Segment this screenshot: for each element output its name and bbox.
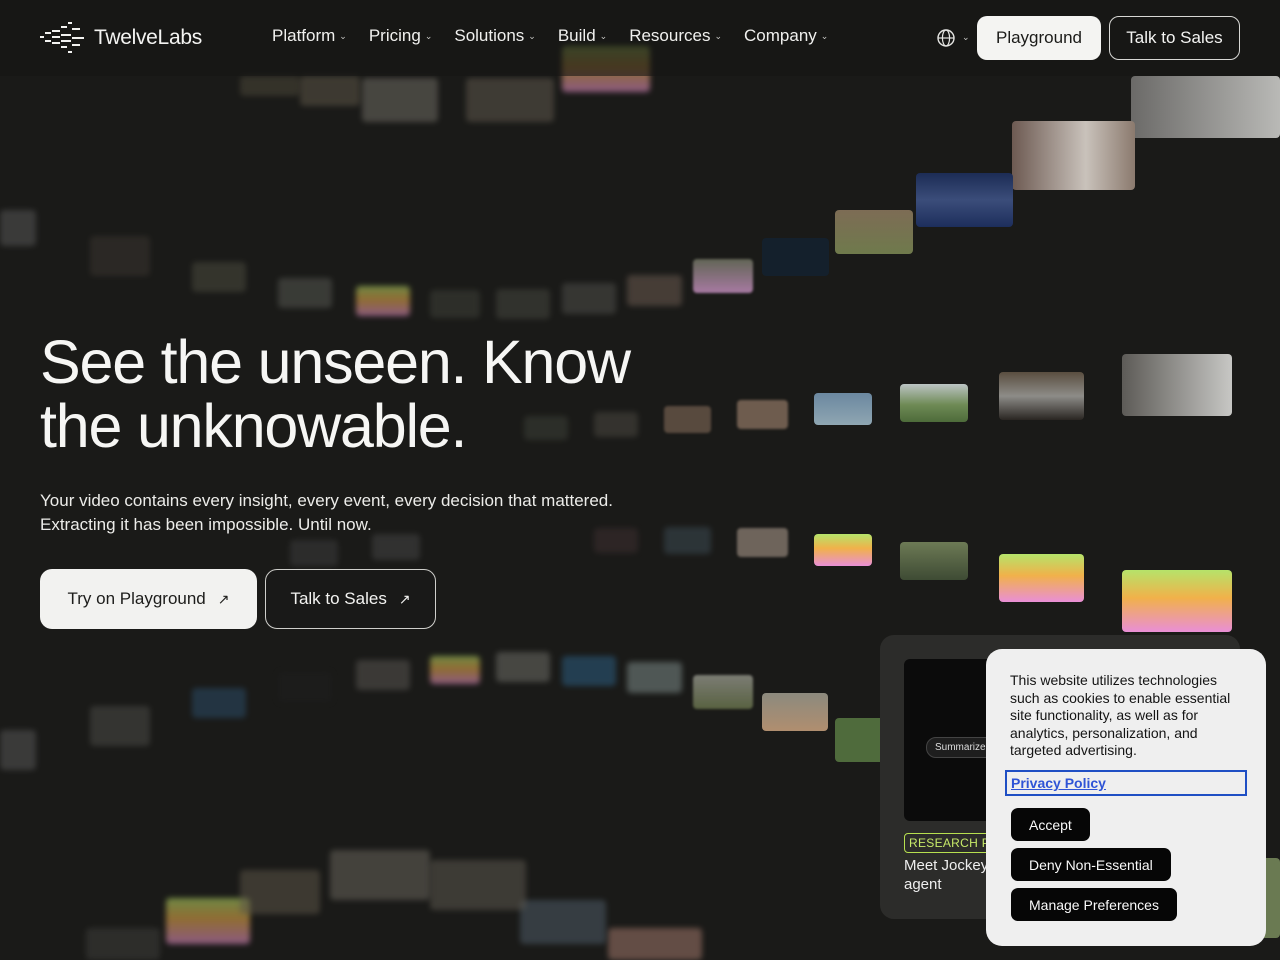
video-thumbnail [430, 860, 526, 910]
nav-item-pricing[interactable]: Pricing ⌄ [369, 26, 433, 46]
video-thumbnail [496, 652, 550, 682]
video-thumbnail [835, 210, 913, 254]
globe-icon [937, 29, 955, 47]
video-thumbnail [999, 372, 1084, 420]
chevron-down-icon: ⌄ [528, 30, 536, 41]
video-thumbnail [1122, 354, 1232, 416]
nav-item-label: Pricing [368, 26, 421, 45]
video-thumbnail [627, 275, 682, 306]
video-thumbnail [430, 656, 480, 684]
video-thumbnail [0, 730, 36, 770]
video-thumbnail [278, 278, 332, 308]
video-thumbnail [192, 262, 246, 292]
twelvelabs-logo-icon [40, 22, 84, 53]
video-thumbnail [562, 656, 616, 686]
chevron-down-icon: ⌄ [962, 33, 970, 43]
video-thumbnail [520, 900, 606, 944]
summarize-pill: Summarize [926, 737, 995, 758]
video-thumbnail [466, 78, 554, 122]
video-thumbnail [86, 928, 160, 960]
video-thumbnail [430, 290, 480, 318]
video-thumbnail [240, 76, 300, 96]
video-thumbnail [627, 662, 682, 693]
cookie-banner: This website utilizes technologies such … [986, 649, 1266, 946]
nav-item-solutions[interactable]: Solutions ⌄ [454, 26, 535, 46]
chevron-down-icon: ⌄ [339, 30, 347, 41]
main-nav: Platform ⌄ Pricing ⌄ Solutions ⌄ Build ⌄… [272, 26, 828, 46]
video-thumbnail [562, 283, 616, 314]
video-thumbnail [166, 898, 250, 944]
video-thumbnail [835, 718, 885, 762]
nav-item-label: Build [557, 26, 596, 45]
deny-non-essential-button[interactable]: Deny Non-Essential [1011, 848, 1171, 881]
manage-preferences-button[interactable]: Manage Preferences [1011, 888, 1177, 921]
video-thumbnail [737, 528, 788, 557]
language-selector[interactable]: ⌄ [936, 28, 970, 48]
video-thumbnail [356, 286, 410, 316]
research-badge: RESEARCH P [904, 833, 994, 853]
nav-item-resources[interactable]: Resources ⌄ [629, 26, 722, 46]
logo[interactable]: TwelveLabs [40, 22, 202, 54]
video-thumbnail [762, 693, 828, 731]
cookie-message: This website utilizes technologies such … [1010, 672, 1231, 758]
nav-item-label: Solutions [454, 26, 525, 45]
video-thumbnail [362, 78, 438, 122]
chevron-down-icon: ⌄ [424, 30, 433, 41]
video-thumbnail [0, 210, 36, 246]
nav-item-build[interactable]: Build ⌄ [558, 26, 607, 46]
video-thumbnail [330, 850, 430, 900]
button-label: Try on Playground [67, 589, 206, 608]
video-thumbnail [814, 393, 872, 425]
video-thumbnail [1122, 570, 1232, 632]
nav-item-label: Resources [629, 26, 711, 45]
hero-subtitle: Your video contains every insight, every… [40, 489, 680, 537]
video-thumbnail [608, 928, 702, 960]
privacy-policy-link[interactable]: Privacy Policy [1005, 770, 1247, 796]
arrow-up-right-icon: ↗ [398, 590, 411, 607]
chevron-down-icon: ⌄ [599, 30, 608, 41]
video-thumbnail [693, 259, 753, 293]
video-thumbnail [278, 672, 332, 702]
video-thumbnail [240, 870, 320, 914]
logo-text: TwelveLabs [94, 26, 202, 49]
video-thumbnail [693, 675, 753, 709]
video-thumbnail [356, 660, 410, 690]
video-thumbnail [372, 534, 420, 560]
playground-button[interactable]: Playground [977, 16, 1101, 60]
talk-to-sales-button[interactable]: Talk to Sales [1109, 16, 1240, 60]
chevron-down-icon: ⌄ [714, 30, 723, 41]
site-header: TwelveLabs Platform ⌄ Pricing ⌄ Solution… [0, 0, 1280, 76]
hero-subtitle-line: Extracting it has been impossible. Until… [40, 515, 372, 534]
research-card-title: Meet Jockey agent [904, 857, 989, 893]
video-thumbnail [290, 540, 338, 566]
video-thumbnail [814, 534, 872, 566]
video-thumbnail [496, 289, 550, 319]
hero-subtitle-line: Your video contains every insight, every… [40, 491, 613, 510]
video-thumbnail [1131, 76, 1280, 138]
arrow-up-right-icon: ↗ [217, 590, 230, 607]
video-thumbnail [737, 400, 788, 429]
hero-title-line: the unknowable. [40, 392, 467, 460]
hero-title: See the unseen. Know the unknowable. [40, 330, 680, 458]
video-thumbnail [192, 688, 246, 718]
hero-talk-to-sales-button[interactable]: Talk to Sales ↗ [265, 569, 436, 629]
video-thumbnail [916, 173, 1013, 227]
button-label: Talk to Sales [290, 589, 387, 608]
nav-item-company[interactable]: Company ⌄ [744, 26, 828, 46]
video-thumbnail [999, 554, 1084, 602]
nav-item-label: Company [744, 26, 817, 45]
try-on-playground-button[interactable]: Try on Playground ↗ [40, 569, 257, 629]
video-thumbnail [90, 706, 150, 746]
video-thumbnail [1012, 121, 1135, 190]
video-thumbnail [900, 542, 968, 580]
hero-title-line: See the unseen. Know [40, 328, 631, 396]
video-thumbnail [90, 236, 150, 276]
nav-item-platform[interactable]: Platform ⌄ [272, 26, 347, 46]
nav-item-label: Platform [272, 26, 336, 45]
chevron-down-icon: ⌄ [820, 30, 829, 41]
video-thumbnail [300, 76, 360, 106]
video-thumbnail [762, 238, 829, 276]
accept-button[interactable]: Accept [1011, 808, 1090, 841]
video-thumbnail [900, 384, 968, 422]
